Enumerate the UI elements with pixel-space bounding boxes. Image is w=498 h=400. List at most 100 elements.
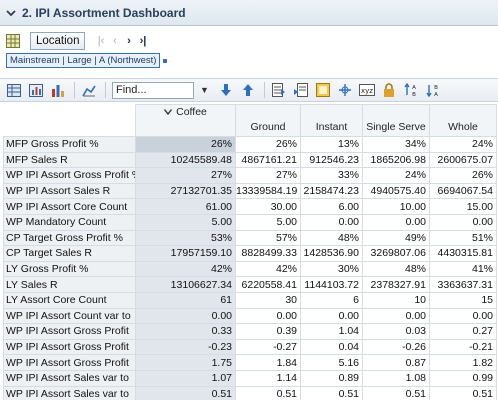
table-cell[interactable]: 15.00 xyxy=(429,198,497,215)
import-icon[interactable] xyxy=(293,82,309,98)
table-cell[interactable]: 27% xyxy=(135,167,236,184)
table-cell[interactable]: 6 xyxy=(300,291,363,309)
table-cell[interactable]: 3269807.06 xyxy=(362,245,430,262)
column-header-whole[interactable]: Whole xyxy=(429,118,497,137)
table-cell[interactable]: 0.51 xyxy=(300,385,363,400)
table-cell[interactable]: 2158474.23 xyxy=(300,182,363,200)
table-cell[interactable]: 0.27 xyxy=(429,323,497,340)
first-icon[interactable]: |‹ xyxy=(95,35,106,47)
table-cell[interactable]: 17957159.10 xyxy=(135,245,236,262)
column-header-ground[interactable]: Ground xyxy=(235,118,301,137)
row-header[interactable]: LY Gross Profit % xyxy=(3,260,136,278)
highlight-icon[interactable] xyxy=(315,82,331,98)
table-cell[interactable]: 0.00 xyxy=(362,307,430,325)
table-cell[interactable]: 1428536.90 xyxy=(300,245,363,262)
grid-icon[interactable] xyxy=(6,34,20,48)
row-header[interactable]: CP Target Sales R xyxy=(3,245,136,262)
split-icon[interactable] xyxy=(337,82,353,98)
table-cell[interactable]: 30% xyxy=(300,260,363,278)
table-cell[interactable]: 0.51 xyxy=(135,385,236,400)
table-cell[interactable]: 912546.23 xyxy=(300,151,363,169)
table-cell[interactable]: 2378327.91 xyxy=(362,276,430,293)
row-header[interactable]: WP IPI Assort Gross Profit xyxy=(3,323,136,340)
find-dropdown-icon[interactable]: ▼ xyxy=(200,85,210,95)
table-cell[interactable]: 0.03 xyxy=(362,323,430,340)
row-header[interactable]: LY Sales R xyxy=(3,276,136,293)
table-cell[interactable]: 0.00 xyxy=(362,213,430,231)
context-chip[interactable]: Mainstream | Large | A (Northwest) xyxy=(6,53,161,68)
row-header[interactable]: MFP Sales R xyxy=(3,151,136,169)
table-cell[interactable]: 0.00 xyxy=(235,307,301,325)
row-header[interactable]: WP IPI Assort Gross Profit % xyxy=(3,167,136,184)
table-cell[interactable]: 1.04 xyxy=(300,323,363,340)
column-header-coffee[interactable]: Coffee xyxy=(135,104,236,119)
table-cell[interactable]: 0.99 xyxy=(429,369,497,387)
table-cell[interactable]: 4940575.40 xyxy=(362,182,430,200)
table-cell[interactable]: 6.00 xyxy=(300,198,363,215)
find-input[interactable]: Find... xyxy=(112,81,194,99)
table-cell[interactable]: 30.00 xyxy=(235,198,301,215)
table-cell[interactable]: 26% xyxy=(235,136,301,153)
table-cell[interactable]: 0.00 xyxy=(300,307,363,325)
row-header[interactable]: WP IPI Assort Sales var to xyxy=(3,385,136,400)
table-cell[interactable]: 10 xyxy=(362,291,430,309)
table-cell[interactable]: 0.00 xyxy=(135,307,236,325)
table-cell[interactable]: -0.23 xyxy=(135,338,236,356)
row-header[interactable]: WP IPI Assort Gross Profit xyxy=(3,354,136,371)
line-chart-icon[interactable] xyxy=(81,82,97,98)
prev-icon[interactable]: ‹ xyxy=(109,35,120,47)
table-cell[interactable]: 0.51 xyxy=(429,385,497,400)
chevron-down-icon[interactable] xyxy=(164,106,173,118)
table-cell[interactable]: 5.16 xyxy=(300,354,363,371)
table-cell[interactable]: 0.33 xyxy=(135,323,236,340)
table-cell[interactable]: 8828499.33 xyxy=(235,245,301,262)
table-cell[interactable]: 53% xyxy=(135,229,236,247)
table-cell[interactable]: 13339584.19 xyxy=(235,182,301,200)
table-cell[interactable]: 13% xyxy=(300,136,363,153)
table-cell[interactable]: 1.07 xyxy=(135,369,236,387)
table-cell[interactable]: 1.08 xyxy=(362,369,430,387)
table-cell[interactable]: 4867161.21 xyxy=(235,151,301,169)
row-header[interactable]: WP IPI Assort Gross Profit xyxy=(3,338,136,356)
table-view-icon[interactable] xyxy=(6,82,22,98)
table-cell[interactable]: 51% xyxy=(429,229,497,247)
table-cell[interactable]: 0.51 xyxy=(362,385,430,400)
table-cell[interactable]: 24% xyxy=(362,167,430,184)
bar-chart-icon[interactable] xyxy=(50,82,66,98)
row-header[interactable]: WP Mandatory Count xyxy=(3,213,136,231)
table-cell[interactable]: 1144103.72 xyxy=(300,276,363,293)
table-cell[interactable]: 6220558.41 xyxy=(235,276,301,293)
table-cell[interactable]: 26% xyxy=(429,167,497,184)
row-header[interactable]: WP IPI Assort Count var to xyxy=(3,307,136,325)
table-cell[interactable]: 15 xyxy=(429,291,497,309)
table-cell[interactable]: 27% xyxy=(235,167,301,184)
last-icon[interactable]: ›| xyxy=(137,35,148,47)
table-cell[interactable]: 1.84 xyxy=(235,354,301,371)
collapse-icon[interactable] xyxy=(4,6,18,20)
table-cell[interactable]: 13106627.34 xyxy=(135,276,236,293)
table-cell[interactable]: 3363637.31 xyxy=(429,276,497,293)
table-cell[interactable]: 6694067.54 xyxy=(429,182,497,200)
table-cell[interactable]: 49% xyxy=(362,229,430,247)
table-cell[interactable]: -0.21 xyxy=(429,338,497,356)
table-cell[interactable]: 33% xyxy=(300,167,363,184)
table-cell[interactable]: 1.14 xyxy=(235,369,301,387)
chart-icon[interactable] xyxy=(28,82,44,98)
row-header[interactable]: LY Assort Core Count xyxy=(3,291,136,309)
table-cell[interactable]: 57% xyxy=(235,229,301,247)
table-cell[interactable]: 61.00 xyxy=(135,198,236,215)
row-header[interactable]: WP IPI Assort Sales var to xyxy=(3,369,136,387)
level-selector-button[interactable]: Location xyxy=(30,32,86,50)
table-cell[interactable]: 0.00 xyxy=(429,307,497,325)
table-cell[interactable]: 24% xyxy=(429,136,497,153)
table-cell[interactable]: 0.39 xyxy=(235,323,301,340)
row-header[interactable]: MFP Gross Profit % xyxy=(3,136,136,153)
find-next-icon[interactable] xyxy=(218,82,234,98)
table-cell[interactable]: 4430315.81 xyxy=(429,245,497,262)
table-cell[interactable]: 1.75 xyxy=(135,354,236,371)
table-cell[interactable]: 10245589.48 xyxy=(135,151,236,169)
table-cell[interactable]: 0.89 xyxy=(300,369,363,387)
table-cell[interactable]: -0.27 xyxy=(235,338,301,356)
table-cell[interactable]: 0.87 xyxy=(362,354,430,371)
sort-desc-icon[interactable]: BA xyxy=(425,82,441,98)
